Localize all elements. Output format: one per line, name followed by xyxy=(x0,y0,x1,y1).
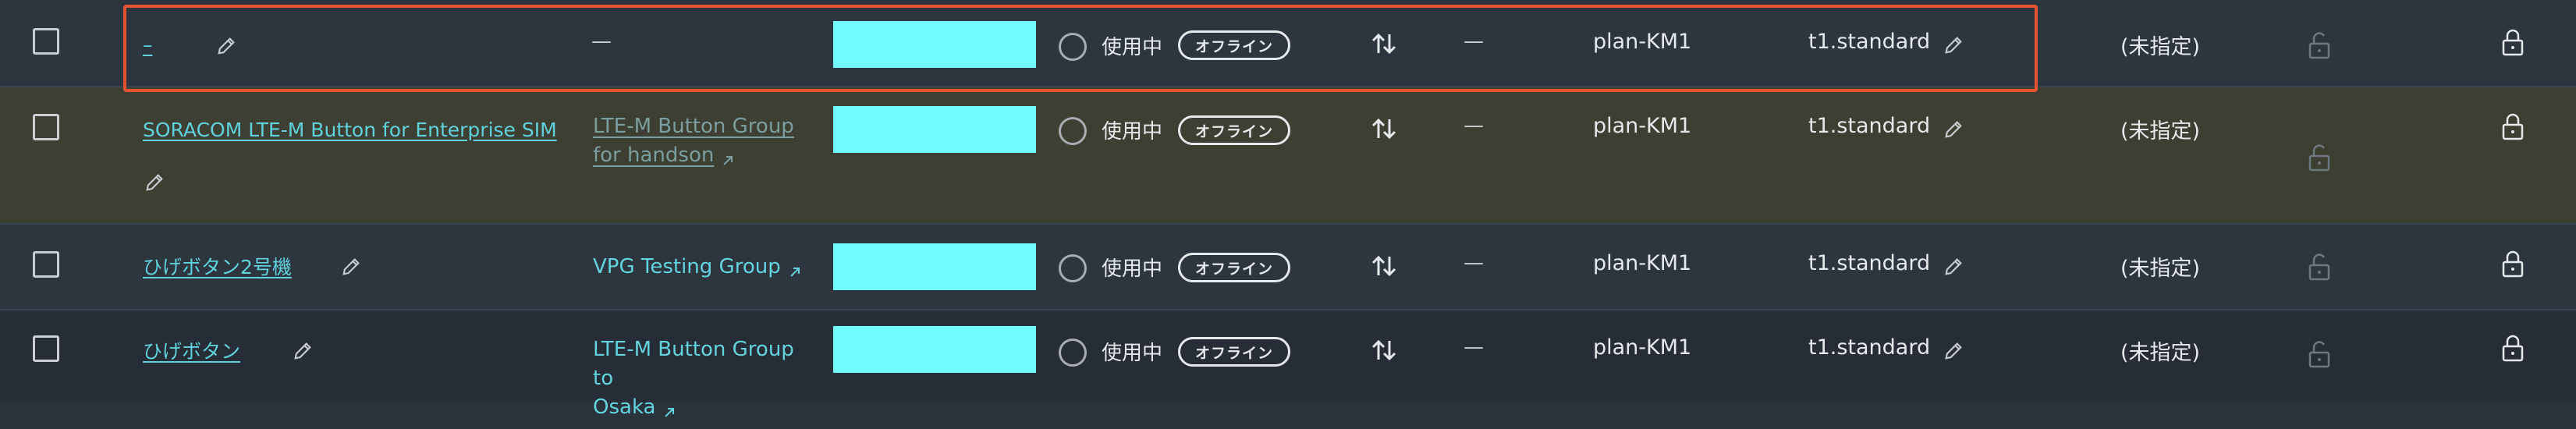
dash-value: — xyxy=(1464,251,1484,275)
unlock-icon[interactable] xyxy=(2308,340,2331,368)
group-link[interactable]: LTE-M Button Group to Osaka xyxy=(593,335,819,422)
type-value: t1.standard xyxy=(1808,114,1931,138)
offline-badge: オフライン xyxy=(1178,253,1290,282)
redacted-sim-cell xyxy=(833,106,1036,153)
row-checkbox[interactable] xyxy=(33,28,59,55)
row-checkbox[interactable] xyxy=(33,251,59,278)
plan-value: plan-KM1 xyxy=(1593,251,1692,275)
edit-name-pencil-icon[interactable] xyxy=(292,340,314,362)
table-row: SORACOM LTE-M Button for Enterprise SIM … xyxy=(0,87,2576,225)
sim-name-link[interactable]: ひげボタン xyxy=(143,337,240,366)
up-down-arrows-icon xyxy=(1370,336,1398,364)
status-text: 使用中 xyxy=(1102,257,1163,281)
status-circle-icon xyxy=(1059,339,1087,367)
unspecified-value: (未指定) xyxy=(2120,35,2201,59)
type-value: t1.standard xyxy=(1808,251,1931,275)
row-checkbox[interactable] xyxy=(33,335,59,362)
up-down-arrows-icon xyxy=(1370,252,1398,280)
offline-badge: オフライン xyxy=(1178,337,1290,367)
unspecified-value: (未指定) xyxy=(2120,257,2201,281)
table-row: ひげボタン2号機 VPG Testing Group 使用中 オフライン — p… xyxy=(0,225,2576,310)
unspecified-value: (未指定) xyxy=(2120,119,2201,144)
edit-type-pencil-icon[interactable] xyxy=(1943,256,1964,278)
sim-table: – — 使用中 オフライン — plan-KM1 t1.standard (未指… xyxy=(0,0,2576,419)
dash-value: — xyxy=(1464,114,1484,137)
lock-icon[interactable] xyxy=(2501,112,2525,140)
table-row: – — 使用中 オフライン — plan-KM1 t1.standard (未指… xyxy=(0,0,2576,87)
table-row: ひげボタン LTE-M Button Group to Osaka 使用中 オフ… xyxy=(0,310,2576,419)
up-down-arrows-icon xyxy=(1370,30,1398,58)
redacted-sim-cell xyxy=(833,243,1036,290)
group-empty: — xyxy=(591,30,612,53)
sim-name-link[interactable]: – xyxy=(143,30,153,59)
edit-name-pencil-icon[interactable] xyxy=(215,35,237,57)
status-text: 使用中 xyxy=(1102,342,1163,365)
status-text: 使用中 xyxy=(1102,120,1163,144)
edit-type-pencil-icon[interactable] xyxy=(1943,34,1964,56)
plan-value: plan-KM1 xyxy=(1593,114,1692,138)
dash-value: — xyxy=(1464,335,1484,359)
lock-icon[interactable] xyxy=(2501,334,2525,362)
plan-value: plan-KM1 xyxy=(1593,30,1692,54)
type-value: t1.standard xyxy=(1808,335,1931,360)
offline-badge: オフライン xyxy=(1178,115,1290,145)
unlock-icon[interactable] xyxy=(2308,144,2331,172)
up-down-arrows-icon xyxy=(1370,115,1398,143)
group-link[interactable]: VPG Testing Group xyxy=(593,253,819,282)
status-circle-icon xyxy=(1059,254,1087,282)
edit-type-pencil-icon[interactable] xyxy=(1943,119,1964,140)
sim-name-link[interactable]: ひげボタン2号機 xyxy=(143,253,292,282)
unspecified-value: (未指定) xyxy=(2120,341,2201,365)
unlock-icon[interactable] xyxy=(2308,31,2331,59)
type-value: t1.standard xyxy=(1808,30,1931,54)
offline-badge: オフライン xyxy=(1178,30,1290,60)
dash-value: — xyxy=(1464,30,1484,53)
external-link-icon xyxy=(720,148,736,165)
lock-icon[interactable] xyxy=(2501,28,2525,56)
group-link[interactable]: LTE-M Button Group for handson xyxy=(593,112,819,170)
edit-type-pencil-icon[interactable] xyxy=(1943,340,1964,362)
plan-value: plan-KM1 xyxy=(1593,335,1692,360)
redacted-sim-cell xyxy=(833,21,1036,68)
status-circle-icon xyxy=(1059,117,1087,145)
edit-name-pencil-icon[interactable] xyxy=(144,172,165,193)
lock-icon[interactable] xyxy=(2501,250,2525,278)
unlock-icon[interactable] xyxy=(2308,253,2331,281)
external-link-icon xyxy=(787,260,803,277)
row-checkbox[interactable] xyxy=(33,114,59,140)
sim-name-link[interactable]: SORACOM LTE-M Button for Enterprise SIM xyxy=(143,115,557,144)
redacted-sim-cell xyxy=(833,326,1036,373)
status-text: 使用中 xyxy=(1102,36,1163,59)
status-circle-icon xyxy=(1059,33,1087,61)
edit-name-pencil-icon[interactable] xyxy=(340,256,362,278)
